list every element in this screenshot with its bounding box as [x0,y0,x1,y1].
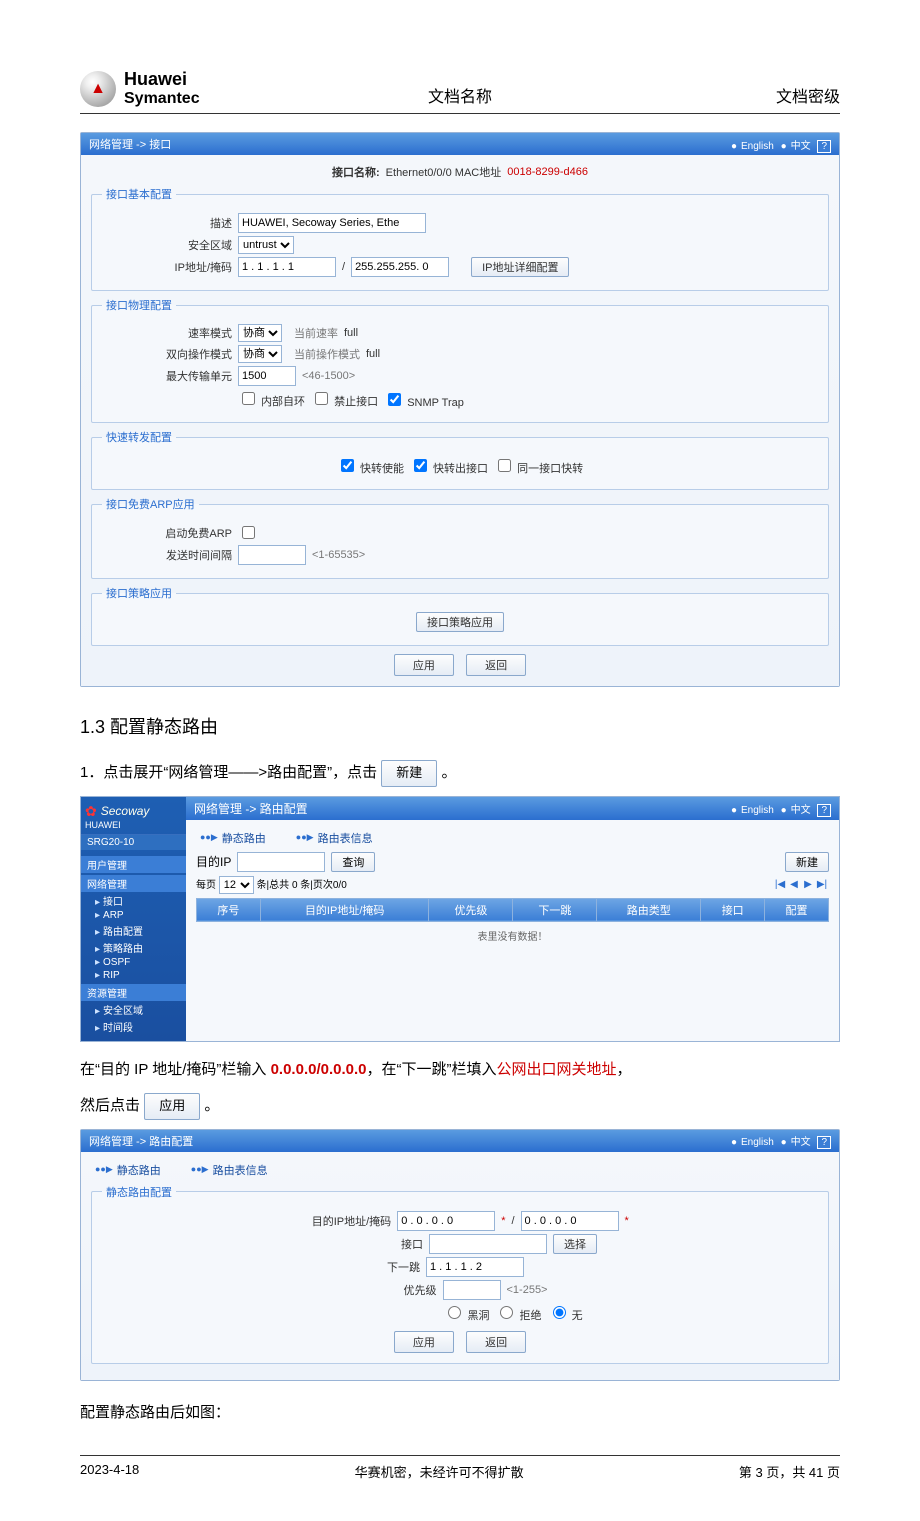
arp-interval-input[interactable] [238,545,306,565]
logo-line2: Symantec [124,90,200,108]
desc-input[interactable] [238,213,426,233]
section-title: 1.3 配置静态路由 [80,713,840,739]
back-button[interactable]: 返回 [466,1331,526,1353]
help-icon[interactable]: ? [817,1136,831,1149]
screenshot-interface-config: 网络管理 -> 接口 ●English ●中文 ? 接口名称: Ethernet… [80,132,840,687]
tree-res-mgmt[interactable]: 资源管理 [81,984,186,1001]
tree-interface[interactable]: 接口 [81,892,186,909]
nexthop-input[interactable] [426,1257,524,1277]
group-policy: 接口策略应用 接口策略应用 [91,585,829,646]
doc-security-level: 文档密级 [587,83,840,107]
route-table: 序号 目的IP地址/掩码 优先级 下一跳 路由类型 接口 配置 表里没有数据！ [196,898,829,949]
breadcrumb: 网络管理 -> 接口 [89,136,171,152]
para-apply: 然后点击 应用 。 [80,1092,840,1121]
chk-loopback[interactable] [242,392,255,405]
group-fast-forward: 快速转发配置 快转使能 快转出接口 同一接口快转 [91,429,829,490]
doc-title: 文档名称 [333,83,586,107]
tree-net-mgmt[interactable]: 网络管理 [81,875,186,892]
chk-fast-out[interactable] [414,459,427,472]
tree-rip[interactable]: RIP [81,969,186,982]
iface-name-label: 接口名称: [332,164,380,180]
iface-name-value: Ethernet0/0/0 MAC地址 [386,164,502,180]
lang-switch[interactable]: ●English ●中文 ? [727,801,831,816]
logo-line1: Huawei [124,70,200,90]
group-static-route: 静态路由配置 目的IP地址/掩码 */ * 接口 选择 下一跳 [91,1184,829,1364]
flower-icon: ✿ [85,803,97,820]
iface-input[interactable] [429,1234,547,1254]
mask-input[interactable] [351,257,449,277]
duplex-select[interactable]: 协商 [238,345,282,363]
dst-ip-input[interactable] [397,1211,495,1231]
nav-tree[interactable]: 用户管理 网络管理 接口 ARP 路由配置 策略路由 OSPF RIP 资源管理… [81,850,186,1041]
mtu-input[interactable] [238,366,296,386]
tree-ospf[interactable]: OSPF [81,956,186,969]
tab-route-table[interactable]: ●●▶路由表信息 [296,830,373,846]
logo-icon: ▲ [80,71,116,107]
tree-sec-zone[interactable]: 安全区域 [81,1001,186,1018]
group-physical: 接口物理配置 速率模式 协商 当前速率 full 双向操作模式 协商 当前操作模… [91,297,829,423]
footer-confidential: 华赛机密，未经许可不得扩散 [355,1462,524,1481]
chk-fast-enable[interactable] [341,459,354,472]
sidebar: ✿ Secoway HUAWEI SRG20-10 用户管理 网络管理 接口 A… [81,797,186,1041]
radio-none[interactable] [553,1306,566,1319]
lang-switch[interactable]: ●English ●中文 ? [727,1133,831,1148]
footer-page: 第 3 页，共 41 页 [739,1462,840,1481]
search-button[interactable]: 查询 [331,852,375,872]
chk-start-arp[interactable] [242,526,255,539]
first-page-icon: |◀ [773,879,787,890]
iface-policy-button[interactable]: 接口策略应用 [416,612,504,632]
breadcrumb: 网络管理 -> 路由配置 [194,800,308,817]
radio-reject[interactable] [500,1306,513,1319]
chk-disable-iface[interactable] [315,392,328,405]
page-size-select[interactable]: 12 [219,876,254,894]
doc-header: ▲ Huawei Symantec 文档名称 文档密级 [80,70,840,114]
rate-select[interactable]: 协商 [238,324,282,342]
back-button[interactable]: 返回 [466,654,526,676]
breadcrumb: 网络管理 -> 路由配置 [89,1133,193,1149]
tree-time-seg[interactable]: 时间段 [81,1018,186,1035]
tree-route-cfg[interactable]: 路由配置 [81,922,186,939]
apply-button[interactable]: 应用 [394,654,454,676]
screenshot-route-list: ✿ Secoway HUAWEI SRG20-10 用户管理 网络管理 接口 A… [80,796,840,1042]
footer-date: 2023-4-18 [80,1462,139,1481]
dst-mask-input[interactable] [521,1211,619,1231]
tree-arp[interactable]: ARP [81,909,186,922]
empty-row: 表里没有数据！ [197,921,829,949]
chk-snmp-trap[interactable] [388,393,401,406]
tab-static-route[interactable]: ●●▶静态路由 [200,830,266,846]
priority-input[interactable] [443,1280,501,1300]
ip-detail-button[interactable]: IP地址详细配置 [471,257,569,277]
last-page-icon: ▶| [815,879,829,890]
group-basic: 接口基本配置 描述 安全区域 untrust IP地址/掩码 / IP地址详细配… [91,186,829,291]
tree-user-mgmt[interactable]: 用户管理 [81,856,186,873]
select-iface-button[interactable]: 选择 [553,1234,597,1254]
footer: 2023-4-18 华赛机密，未经许可不得扩散 第 3 页，共 41 页 [80,1455,840,1481]
next-page-icon: ▶ [801,879,815,890]
step-1: 1．点击展开“网络管理——>路由配置”，点击 新建 。 [80,759,840,788]
apply-button[interactable]: 应用 [394,1331,454,1353]
para-ipmask: 在“目的 IP 地址/掩码”栏输入 0.0.0.0/0.0.0.0，在“下一跳”… [80,1056,840,1085]
prev-page-icon: ◀ [787,879,801,890]
chk-fast-same[interactable] [498,459,511,472]
radio-blackhole[interactable] [448,1306,461,1319]
apply-button-inline[interactable]: 应用 [144,1093,200,1120]
logo: ▲ Huawei Symantec [80,70,333,107]
dest-ip-input[interactable] [237,852,325,872]
lang-switch[interactable]: ●English ●中文 ? [727,137,831,152]
new-button-inline[interactable]: 新建 [381,760,437,787]
para-after: 配置静态路由后如图： [80,1399,840,1428]
ip-input[interactable] [238,257,336,277]
device-name: SRG20-10 [81,835,186,850]
screenshot-static-route-form: 网络管理 -> 路由配置 ●English ●中文 ? ●●▶静态路由 ●●▶路… [80,1129,840,1381]
mac-address: 0018-8299-d466 [507,166,588,178]
help-icon[interactable]: ? [817,140,831,153]
new-button[interactable]: 新建 [785,852,829,872]
group-free-arp: 接口免费ARP应用 启动免费ARP 发送时间间隔 <1-65535> [91,496,829,579]
pager-nav[interactable]: |◀◀▶▶| [773,879,829,890]
tab-route-table[interactable]: ●●▶路由表信息 [191,1162,268,1178]
tree-policy-route[interactable]: 策略路由 [81,939,186,956]
tab-static-route[interactable]: ●●▶静态路由 [95,1162,161,1178]
help-icon[interactable]: ? [817,804,831,817]
zone-select[interactable]: untrust [238,236,294,254]
